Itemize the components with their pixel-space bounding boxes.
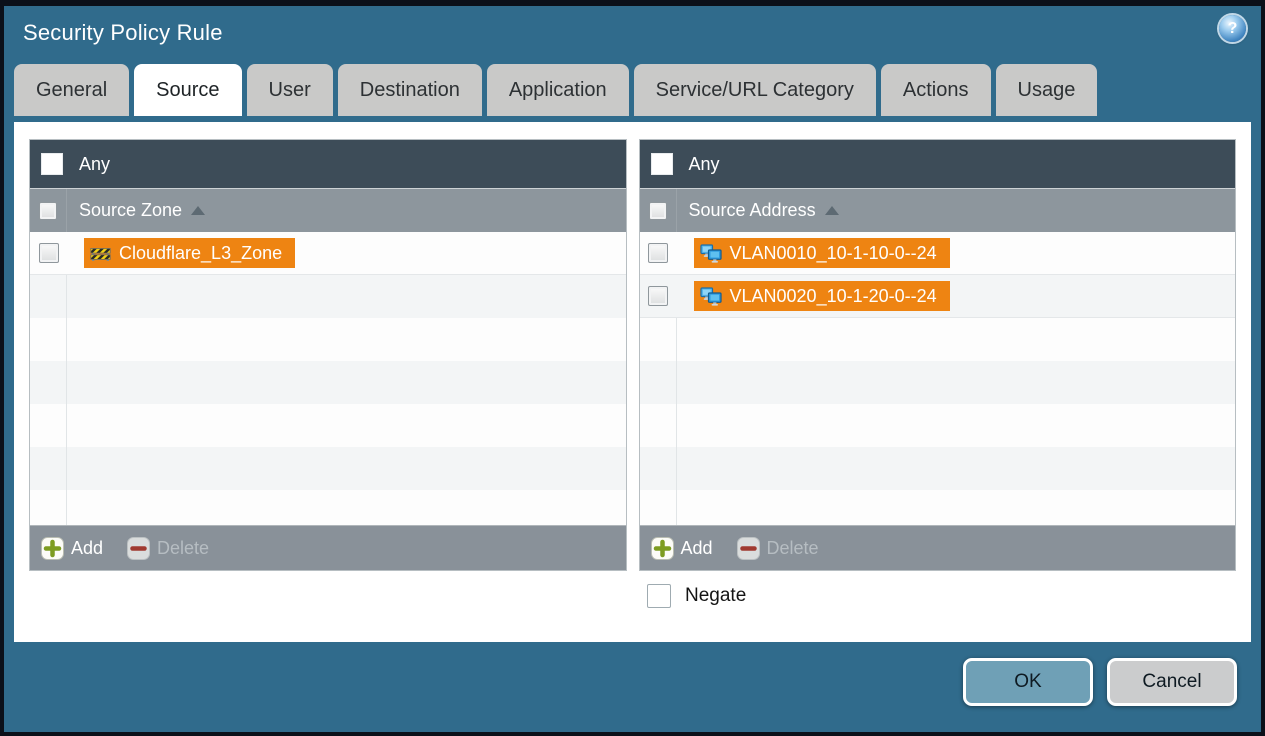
tab-actions[interactable]: Actions [880,64,991,116]
column-header[interactable]: Source Zone [30,188,626,232]
entry-label: VLAN0010_10-1-10-0--24 [729,242,937,263]
negate-label: Negate [685,585,747,606]
panel-body: VLAN0010_10-1-10-0--24 VLAN0020_10-1-20-… [639,232,1235,525]
add-button-label: Add [71,537,104,558]
help-icon[interactable]: ? [1219,15,1246,42]
tab-general[interactable]: General [14,64,130,116]
sort-ascending-icon [191,206,206,215]
dialog-content: Any Source Zone Cloudflare_L3_Zone Add D… [14,122,1251,642]
delete-button[interactable]: Delete [736,536,819,560]
network-icon [699,286,722,306]
list-item[interactable]: VLAN0010_10-1-10-0--24 [639,232,1235,275]
any-label: Any [688,153,720,174]
tab-destination[interactable]: Destination [337,64,482,116]
cancel-button[interactable]: Cancel [1107,658,1237,706]
any-checkbox[interactable] [650,153,673,175]
plus-icon [41,536,64,560]
any-row: Any [30,140,626,188]
dialog-footer: OK Cancel [4,636,1261,732]
tab-usage[interactable]: Usage [995,64,1098,116]
dialog-title: Security Policy Rule [23,20,223,45]
list-item[interactable]: VLAN0020_10-1-20-0--24 [639,275,1235,318]
negate-checkbox[interactable] [647,584,671,608]
column-header-label: Source Zone [79,200,183,220]
plus-icon [650,536,674,560]
titlebar: Security Policy Rule ? [4,6,1261,64]
sort-ascending-icon [824,206,839,215]
entry-chip[interactable]: Cloudflare_L3_Zone [84,238,296,268]
zone-icon [90,247,111,261]
column-header[interactable]: Source Address [639,188,1235,232]
tab-service-url-category[interactable]: Service/URL Category [633,64,876,116]
select-all-checkbox[interactable] [648,201,667,220]
row-checkbox[interactable] [38,243,59,263]
add-button-label: Add [680,537,713,558]
panel-footer: Add Delete [639,525,1235,570]
add-button[interactable]: Add [41,536,104,560]
panels: Any Source Zone Cloudflare_L3_Zone Add D… [29,139,1236,571]
select-all-checkbox[interactable] [39,201,57,220]
minus-icon [736,536,760,560]
network-icon [699,243,722,263]
panel-source-zone: Any Source Zone Cloudflare_L3_Zone Add D… [29,139,627,571]
ok-button[interactable]: OK [963,658,1093,706]
entry-chip[interactable]: VLAN0010_10-1-10-0--24 [693,238,950,268]
row-checkbox[interactable] [648,243,668,263]
negate-row: Negate [647,584,1236,608]
tab-bar: General Source User Destination Application S… [4,64,1261,116]
panel-body: Cloudflare_L3_Zone [30,232,626,525]
tab-user[interactable]: User [246,64,333,116]
entry-chip[interactable]: VLAN0020_10-1-20-0--24 [693,281,950,311]
delete-button-label: Delete [766,537,819,558]
any-row: Any [639,140,1235,188]
list-item[interactable]: Cloudflare_L3_Zone [30,232,626,275]
tab-source[interactable]: Source [134,64,242,116]
add-button[interactable]: Add [650,536,713,560]
entry-label: Cloudflare_L3_Zone [119,242,283,263]
security-policy-rule-dialog: Security Policy Rule ? General Source User… [0,0,1265,736]
any-label: Any [79,153,111,174]
panel-footer: Add Delete [30,525,626,570]
any-checkbox[interactable] [41,153,63,175]
delete-button[interactable]: Delete [127,536,210,560]
delete-button-label: Delete [157,537,210,558]
entry-label: VLAN0020_10-1-20-0--24 [729,285,937,306]
minus-icon [127,536,151,560]
row-checkbox[interactable] [648,286,668,306]
tab-application[interactable]: Application [486,64,629,116]
column-header-label: Source Address [688,200,816,220]
panel-source-address: Any Source Address VLAN0010_10-1-10-0--2… [638,139,1236,571]
